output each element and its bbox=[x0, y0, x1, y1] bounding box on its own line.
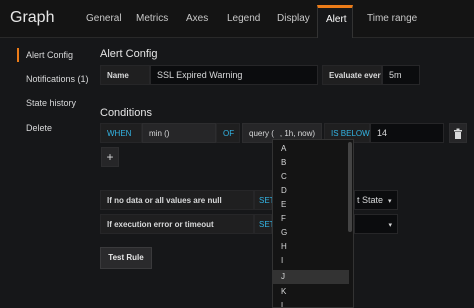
query-suffix: , 1h, now) bbox=[279, 129, 316, 138]
dropdown-option-d[interactable]: D bbox=[273, 184, 349, 198]
no-data-set-keyword: SET bbox=[254, 190, 275, 210]
panel-editor-header: Graph General Metrics Axes Legend Displa… bbox=[0, 0, 474, 38]
query-prefix[interactable]: query ( bbox=[249, 129, 274, 138]
when-keyword: WHEN bbox=[100, 123, 142, 143]
threshold-input[interactable]: 14 bbox=[370, 123, 444, 143]
page-title: Graph bbox=[10, 9, 55, 26]
tab-time-range[interactable]: Time range bbox=[367, 13, 417, 24]
reducer-select[interactable]: min () bbox=[142, 123, 216, 143]
tab-metrics[interactable]: Metrics bbox=[136, 13, 168, 24]
sidebar-item-state-history[interactable]: State history bbox=[26, 98, 76, 108]
exec-error-state-select[interactable]: ▾ bbox=[354, 214, 398, 234]
caret-down-icon: ▾ bbox=[388, 222, 392, 229]
tab-alert[interactable]: Alert bbox=[317, 5, 353, 38]
name-label: Name bbox=[100, 65, 150, 85]
sidebar-item-notifications[interactable]: Notifications (1) bbox=[26, 74, 89, 84]
evaluate-every-input[interactable]: 5m bbox=[382, 65, 420, 85]
sidebar-item-delete[interactable]: Delete bbox=[26, 123, 52, 133]
dropdown-option-k[interactable]: K bbox=[273, 285, 349, 299]
alert-config-title: Alert Config bbox=[100, 48, 158, 60]
caret-down-icon: ▾ bbox=[388, 198, 392, 205]
sidebar-active-indicator bbox=[17, 48, 19, 62]
no-data-label: If no data or all values are null bbox=[100, 190, 254, 210]
sidebar-item-alert-config[interactable]: Alert Config bbox=[26, 50, 73, 60]
of-keyword: OF bbox=[216, 123, 240, 143]
dropdown-option-b[interactable]: B bbox=[273, 156, 349, 170]
no-data-state-value: t State bbox=[357, 195, 384, 205]
dropdown-option-f[interactable]: F bbox=[273, 212, 349, 226]
plus-icon: + bbox=[106, 150, 114, 164]
tab-axes[interactable]: Axes bbox=[186, 13, 208, 24]
conditions-title: Conditions bbox=[100, 107, 152, 119]
exec-error-label: If execution error or timeout bbox=[100, 214, 254, 234]
delete-condition-button[interactable] bbox=[449, 123, 467, 143]
dropdown-option-l[interactable]: L bbox=[273, 299, 349, 307]
dropdown-option-a[interactable]: A bbox=[273, 142, 349, 156]
query-ref-dropdown: A B C D E F G H I J K L bbox=[272, 139, 354, 308]
add-condition-button[interactable]: + bbox=[101, 147, 119, 167]
dropdown-option-h[interactable]: H bbox=[273, 240, 349, 254]
exec-error-set-keyword: SET bbox=[254, 214, 275, 234]
tab-general[interactable]: General bbox=[86, 13, 122, 24]
tab-display[interactable]: Display bbox=[277, 13, 310, 24]
evaluate-every-label: Evaluate every bbox=[322, 65, 382, 85]
dropdown-option-c[interactable]: C bbox=[273, 170, 349, 184]
test-rule-button[interactable]: Test Rule bbox=[100, 247, 152, 269]
tab-alert-label: Alert bbox=[326, 14, 347, 25]
trash-icon bbox=[454, 128, 462, 139]
no-data-state-select[interactable]: t State ▾ bbox=[354, 190, 398, 210]
alert-name-input[interactable]: SSL Expired Warning bbox=[150, 65, 318, 85]
dropdown-option-e[interactable]: E bbox=[273, 198, 349, 212]
dropdown-option-j[interactable]: J bbox=[273, 270, 349, 284]
tab-legend[interactable]: Legend bbox=[227, 13, 260, 24]
dropdown-option-g[interactable]: G bbox=[273, 226, 349, 240]
dropdown-option-i[interactable]: I bbox=[273, 254, 349, 268]
